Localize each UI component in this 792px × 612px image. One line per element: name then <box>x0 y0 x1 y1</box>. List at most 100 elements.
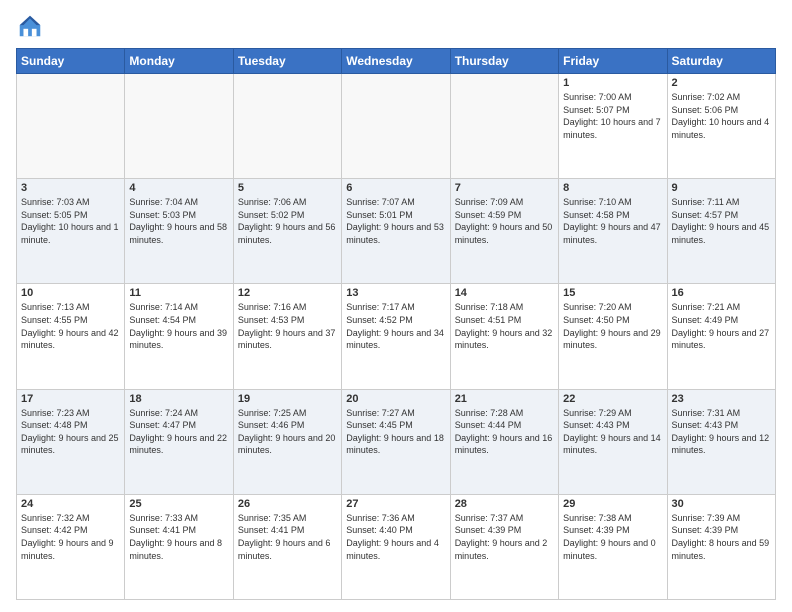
day-info: Sunrise: 7:31 AM Sunset: 4:43 PM Dayligh… <box>672 407 771 457</box>
weekday-header-wednesday: Wednesday <box>342 49 450 74</box>
day-number: 5 <box>238 182 337 194</box>
calendar-cell: 30Sunrise: 7:39 AM Sunset: 4:39 PM Dayli… <box>667 494 775 599</box>
calendar-cell: 26 Sunrise: 7:35 AM Sunset: 4:41 PM Dayli… <box>233 494 341 599</box>
calendar-cell: 8Sunrise: 7:10 AM Sunset: 4:58 PM Daylig… <box>559 179 667 284</box>
day-info: Sunrise: 7:33 AM Sunset: 4:41 PM Dayligh… <box>129 512 228 562</box>
calendar-cell <box>450 74 558 179</box>
day-info: Sunrise: 7:37 AM Sunset: 4:39 PM Dayligh… <box>455 512 554 562</box>
page: SundayMondayTuesdayWednesdayThursdayFrid… <box>0 0 792 612</box>
calendar-cell: 21 Sunrise: 7:28 AM Sunset: 4:44 PM Dayli… <box>450 389 558 494</box>
day-number: 10 <box>21 287 120 299</box>
day-info: Sunrise: 7:27 AM Sunset: 4:45 PM Dayligh… <box>346 407 445 457</box>
calendar-cell: 27Sunrise: 7:36 AM Sunset: 4:40 PM Dayli… <box>342 494 450 599</box>
day-info: Sunrise: 7:07 AM Sunset: 5:01 PM Dayligh… <box>346 196 445 246</box>
calendar-cell <box>233 74 341 179</box>
day-number: 25 <box>129 498 228 510</box>
week-row-4: 17 Sunrise: 7:23 AM Sunset: 4:48 PM Dayli… <box>17 389 776 494</box>
calendar-cell: 15 Sunrise: 7:20 AM Sunset: 4:50 PM Dayli… <box>559 284 667 389</box>
calendar-cell: 14 Sunrise: 7:18 AM Sunset: 4:51 PM Dayli… <box>450 284 558 389</box>
day-number: 20 <box>346 393 445 405</box>
calendar-cell: 12Sunrise: 7:16 AM Sunset: 4:53 PM Dayli… <box>233 284 341 389</box>
calendar-cell <box>17 74 125 179</box>
calendar-cell: 18 Sunrise: 7:24 AM Sunset: 4:47 PM Dayli… <box>125 389 233 494</box>
weekday-header-thursday: Thursday <box>450 49 558 74</box>
calendar-cell: 4 Sunrise: 7:04 AM Sunset: 5:03 PM Daylig… <box>125 179 233 284</box>
day-number: 15 <box>563 287 662 299</box>
day-number: 26 <box>238 498 337 510</box>
calendar-cell: 17 Sunrise: 7:23 AM Sunset: 4:48 PM Dayli… <box>17 389 125 494</box>
calendar-cell: 19 Sunrise: 7:25 AM Sunset: 4:46 PM Dayli… <box>233 389 341 494</box>
calendar-cell: 22 Sunrise: 7:29 AM Sunset: 4:43 PM Dayli… <box>559 389 667 494</box>
calendar-cell: 7 Sunrise: 7:09 AM Sunset: 4:59 PM Daylig… <box>450 179 558 284</box>
day-info: Sunrise: 7:35 AM Sunset: 4:41 PM Dayligh… <box>238 512 337 562</box>
day-number: 18 <box>129 393 228 405</box>
day-info: Sunrise: 7:24 AM Sunset: 4:47 PM Dayligh… <box>129 407 228 457</box>
weekday-header-tuesday: Tuesday <box>233 49 341 74</box>
day-info: Sunrise: 7:10 AM Sunset: 4:58 PM Dayligh… <box>563 196 662 246</box>
day-number: 17 <box>21 393 120 405</box>
day-number: 21 <box>455 393 554 405</box>
weekday-header-monday: Monday <box>125 49 233 74</box>
calendar-cell: 1 Sunrise: 7:00 AM Sunset: 5:07 PM Daylig… <box>559 74 667 179</box>
day-info: Sunrise: 7:06 AM Sunset: 5:02 PM Dayligh… <box>238 196 337 246</box>
calendar-cell: 2 Sunrise: 7:02 AM Sunset: 5:06 PM Daylig… <box>667 74 775 179</box>
day-number: 4 <box>129 182 228 194</box>
day-info: Sunrise: 7:23 AM Sunset: 4:48 PM Dayligh… <box>21 407 120 457</box>
logo-icon <box>16 12 44 40</box>
day-info: Sunrise: 7:00 AM Sunset: 5:07 PM Dayligh… <box>563 91 662 141</box>
weekday-header-sunday: Sunday <box>17 49 125 74</box>
day-number: 3 <box>21 182 120 194</box>
day-info: Sunrise: 7:17 AM Sunset: 4:52 PM Dayligh… <box>346 301 445 351</box>
calendar-table: SundayMondayTuesdayWednesdayThursdayFrid… <box>16 48 776 600</box>
day-info: Sunrise: 7:39 AM Sunset: 4:39 PM Dayligh… <box>672 512 771 562</box>
calendar-cell: 28 Sunrise: 7:37 AM Sunset: 4:39 PM Dayli… <box>450 494 558 599</box>
day-number: 6 <box>346 182 445 194</box>
logo <box>16 12 48 40</box>
day-info: Sunrise: 7:28 AM Sunset: 4:44 PM Dayligh… <box>455 407 554 457</box>
week-row-3: 10Sunrise: 7:13 AM Sunset: 4:55 PM Dayli… <box>17 284 776 389</box>
day-info: Sunrise: 7:25 AM Sunset: 4:46 PM Dayligh… <box>238 407 337 457</box>
day-info: Sunrise: 7:14 AM Sunset: 4:54 PM Dayligh… <box>129 301 228 351</box>
calendar-cell: 3 Sunrise: 7:03 AM Sunset: 5:05 PM Daylig… <box>17 179 125 284</box>
calendar-cell: 23Sunrise: 7:31 AM Sunset: 4:43 PM Dayli… <box>667 389 775 494</box>
day-info: Sunrise: 7:18 AM Sunset: 4:51 PM Dayligh… <box>455 301 554 351</box>
day-info: Sunrise: 7:03 AM Sunset: 5:05 PM Dayligh… <box>21 196 120 246</box>
calendar-cell: 20 Sunrise: 7:27 AM Sunset: 4:45 PM Dayli… <box>342 389 450 494</box>
day-number: 16 <box>672 287 771 299</box>
header <box>16 12 776 40</box>
calendar-cell: 5 Sunrise: 7:06 AM Sunset: 5:02 PM Daylig… <box>233 179 341 284</box>
day-number: 1 <box>563 77 662 89</box>
day-number: 2 <box>672 77 771 89</box>
calendar-cell: 6 Sunrise: 7:07 AM Sunset: 5:01 PM Daylig… <box>342 179 450 284</box>
calendar-cell <box>342 74 450 179</box>
calendar-cell: 9 Sunrise: 7:11 AM Sunset: 4:57 PM Daylig… <box>667 179 775 284</box>
week-row-2: 3 Sunrise: 7:03 AM Sunset: 5:05 PM Daylig… <box>17 179 776 284</box>
day-info: Sunrise: 7:02 AM Sunset: 5:06 PM Dayligh… <box>672 91 771 141</box>
calendar-cell: 13Sunrise: 7:17 AM Sunset: 4:52 PM Dayli… <box>342 284 450 389</box>
day-info: Sunrise: 7:29 AM Sunset: 4:43 PM Dayligh… <box>563 407 662 457</box>
day-number: 9 <box>672 182 771 194</box>
day-info: Sunrise: 7:11 AM Sunset: 4:57 PM Dayligh… <box>672 196 771 246</box>
weekday-header-row: SundayMondayTuesdayWednesdayThursdayFrid… <box>17 49 776 74</box>
day-number: 24 <box>21 498 120 510</box>
calendar-cell: 16 Sunrise: 7:21 AM Sunset: 4:49 PM Dayli… <box>667 284 775 389</box>
calendar-cell: 11 Sunrise: 7:14 AM Sunset: 4:54 PM Dayli… <box>125 284 233 389</box>
calendar-cell: 25 Sunrise: 7:33 AM Sunset: 4:41 PM Dayli… <box>125 494 233 599</box>
day-info: Sunrise: 7:20 AM Sunset: 4:50 PM Dayligh… <box>563 301 662 351</box>
calendar-cell: 10Sunrise: 7:13 AM Sunset: 4:55 PM Dayli… <box>17 284 125 389</box>
day-number: 19 <box>238 393 337 405</box>
calendar-cell <box>125 74 233 179</box>
day-info: Sunrise: 7:09 AM Sunset: 4:59 PM Dayligh… <box>455 196 554 246</box>
day-number: 29 <box>563 498 662 510</box>
day-info: Sunrise: 7:04 AM Sunset: 5:03 PM Dayligh… <box>129 196 228 246</box>
day-number: 22 <box>563 393 662 405</box>
day-info: Sunrise: 7:36 AM Sunset: 4:40 PM Dayligh… <box>346 512 445 562</box>
day-number: 7 <box>455 182 554 194</box>
day-number: 14 <box>455 287 554 299</box>
day-info: Sunrise: 7:21 AM Sunset: 4:49 PM Dayligh… <box>672 301 771 351</box>
day-number: 12 <box>238 287 337 299</box>
week-row-1: 1 Sunrise: 7:00 AM Sunset: 5:07 PM Daylig… <box>17 74 776 179</box>
week-row-5: 24Sunrise: 7:32 AM Sunset: 4:42 PM Dayli… <box>17 494 776 599</box>
day-number: 11 <box>129 287 228 299</box>
day-number: 28 <box>455 498 554 510</box>
